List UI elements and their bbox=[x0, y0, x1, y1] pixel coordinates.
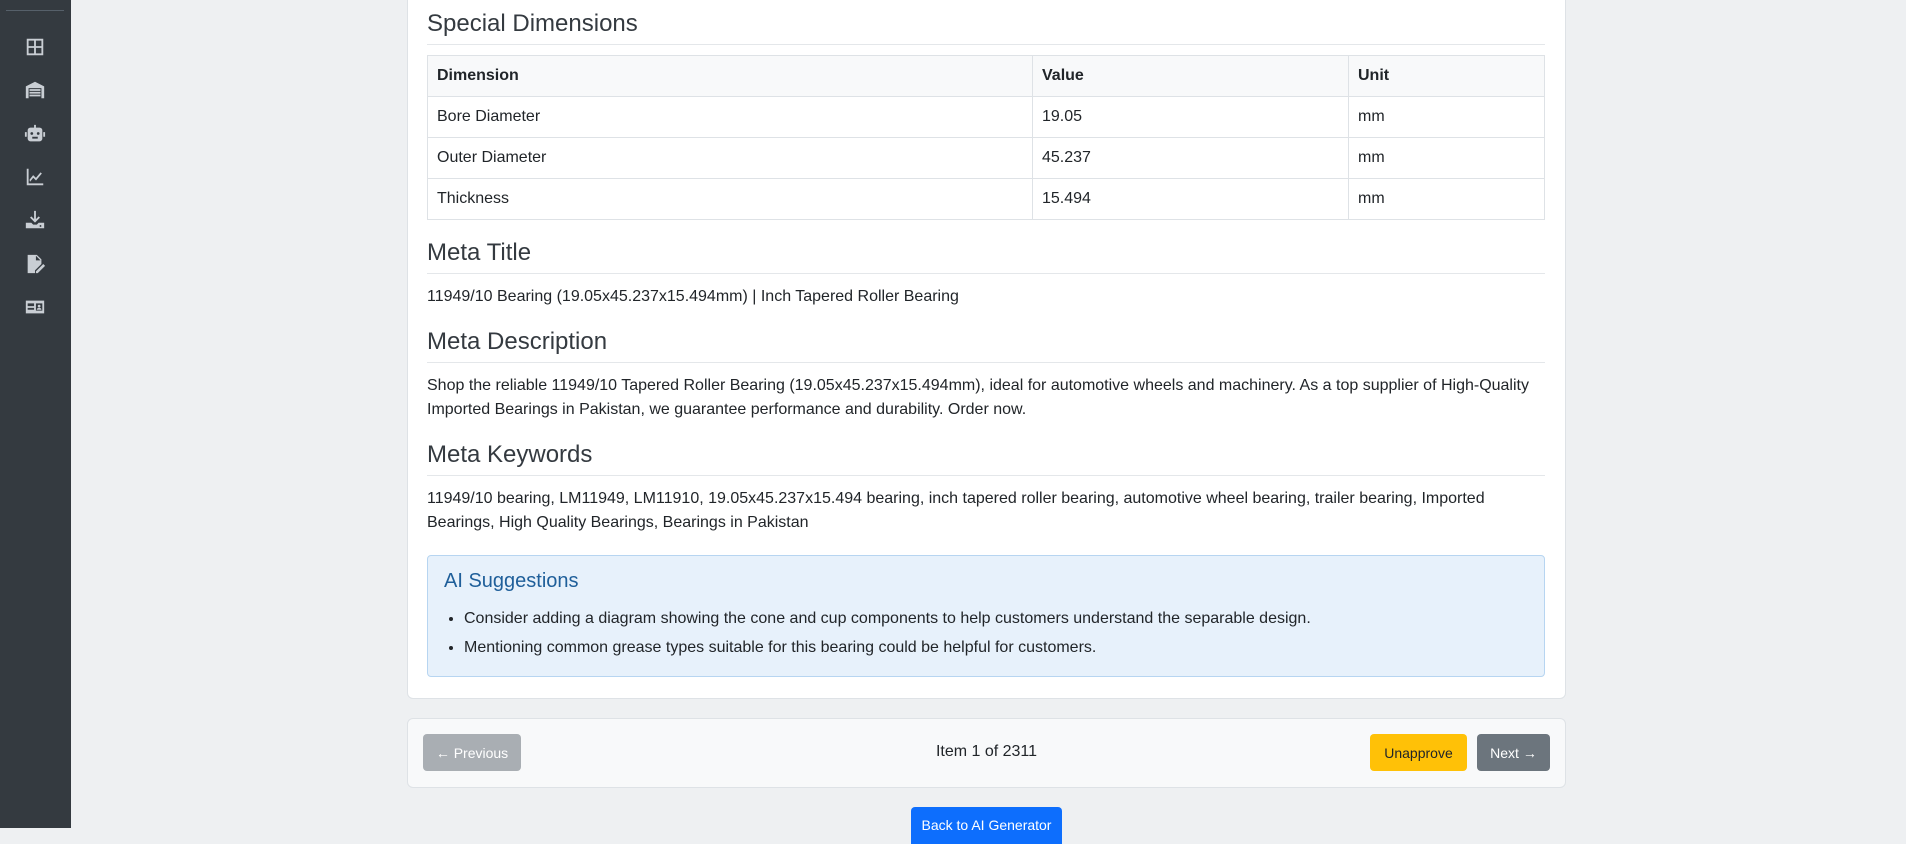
column-header-unit: Unit bbox=[1348, 55, 1545, 97]
meta-keywords-heading: Meta Keywords bbox=[427, 441, 593, 468]
unit-cell: mm bbox=[1348, 178, 1545, 220]
unit-cell: mm bbox=[1348, 96, 1545, 138]
value-cell: 19.05 bbox=[1032, 96, 1349, 138]
pagination-bar: ← Previous Item 1 of 2311 Unapprove Next… bbox=[407, 718, 1566, 788]
download-icon[interactable] bbox=[22, 207, 48, 233]
chart-line-icon[interactable] bbox=[22, 164, 48, 190]
unapprove-button[interactable]: Unapprove bbox=[1370, 734, 1467, 771]
table-row: Bore Diameter 19.05 mm bbox=[427, 96, 1545, 138]
sidebar-divider bbox=[6, 10, 64, 11]
section-divider bbox=[427, 273, 1545, 274]
next-button[interactable]: Next → bbox=[1477, 734, 1550, 771]
meta-keywords-text: 11949/10 bearing, LM11949, LM11910, 19.0… bbox=[427, 490, 1485, 531]
dimension-cell: Bore Diameter bbox=[427, 96, 1033, 138]
list-item: Consider adding a diagram showing the co… bbox=[464, 604, 1311, 633]
ai-suggestions-box: AI Suggestions Consider adding a diagram… bbox=[427, 555, 1545, 677]
section-divider bbox=[427, 44, 1545, 45]
meta-description-text: Shop the reliable 11949/10 Tapered Rolle… bbox=[427, 377, 1529, 418]
unit-cell: mm bbox=[1348, 137, 1545, 179]
section-divider bbox=[427, 362, 1545, 363]
dimension-cell: Outer Diameter bbox=[427, 137, 1033, 179]
warehouse-icon[interactable] bbox=[22, 77, 48, 103]
robot-icon[interactable] bbox=[22, 121, 48, 147]
ai-suggestions-list: Consider adding a diagram showing the co… bbox=[444, 604, 1311, 662]
column-header-dimension: Dimension bbox=[427, 55, 1033, 97]
meta-title-text: 11949/10 Bearing (19.05x45.237x15.494mm)… bbox=[427, 288, 959, 305]
dimension-cell: Thickness bbox=[427, 178, 1033, 220]
file-edit-icon[interactable] bbox=[22, 251, 48, 277]
section-divider bbox=[427, 475, 1545, 476]
list-item: Mentioning common grease types suitable … bbox=[464, 633, 1311, 662]
table-row: Outer Diameter 45.237 mm bbox=[427, 137, 1545, 179]
meta-title-heading: Meta Title bbox=[427, 239, 532, 266]
sidebar bbox=[0, 0, 71, 828]
special-dimensions-table: Dimension Value Unit Bore Diameter 19.05… bbox=[427, 55, 1545, 220]
ai-suggestions-title: AI Suggestions bbox=[444, 570, 579, 592]
dashboard-grid-icon[interactable] bbox=[22, 34, 48, 60]
table-header-row: Dimension Value Unit bbox=[427, 55, 1545, 97]
id-card-icon[interactable] bbox=[22, 294, 48, 320]
value-cell: 45.237 bbox=[1032, 137, 1349, 179]
meta-description-heading: Meta Description bbox=[427, 328, 608, 355]
value-cell: 15.494 bbox=[1032, 178, 1349, 220]
column-header-value: Value bbox=[1032, 55, 1349, 97]
back-to-ai-generator-button[interactable]: Back to AI Generator bbox=[911, 807, 1062, 844]
special-dimensions-heading: Special Dimensions bbox=[427, 10, 638, 37]
table-row: Thickness 15.494 mm bbox=[427, 178, 1545, 220]
